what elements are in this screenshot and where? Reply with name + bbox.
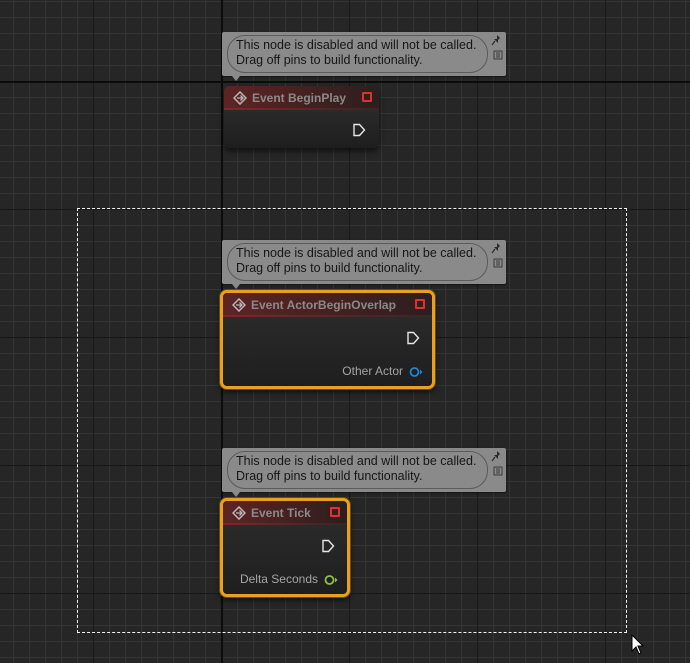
object-pin-icon[interactable] [409,365,423,377]
node-title: Event Tick [251,506,311,520]
comment-tail [232,284,240,289]
comment-bubble-actorbeginoverlap[interactable]: This node is disabled and will not be ca… [222,240,506,289]
node-header: Event ActorBeginOverlap [223,293,432,317]
event-icon [231,297,247,313]
comment-line-1: This node is disabled and will not be ca… [236,246,477,260]
event-icon [232,90,248,106]
exec-pin-icon[interactable] [352,123,366,137]
delegate-icon[interactable] [415,299,425,309]
graph-origin-horizontal-axis [0,81,690,83]
pin-icon[interactable] [491,34,503,46]
comment-tail [232,492,240,497]
node-header: Event BeginPlay [224,86,379,110]
pin-row-delta-seconds[interactable]: Delta Seconds [240,571,338,587]
mouse-cursor-icon [631,633,645,656]
node-title: Event ActorBeginOverlap [251,298,396,312]
delegate-icon[interactable] [330,507,340,517]
expand-icon[interactable] [493,50,503,60]
comment-text: This node is disabled and will not be ca… [227,451,488,489]
node-header: Event Tick [223,501,347,525]
comment-text: This node is disabled and will not be ca… [227,243,488,281]
exec-pin-icon[interactable] [321,539,335,553]
comment-line-2: Drag off pins to build functionality. [236,53,423,67]
comment-text: This node is disabled and will not be ca… [227,35,488,73]
comment-line-1: This node is disabled and will not be ca… [236,454,477,468]
pin-label: Delta Seconds [239,572,318,586]
pin-row-other-actor[interactable]: Other Actor [342,363,423,379]
node-event-tick[interactable]: Event Tick Delta Seconds [220,498,350,597]
comment-tail [232,76,240,81]
pin-icon[interactable] [491,242,503,254]
node-title: Event BeginPlay [252,91,347,105]
comment-bubble-tick[interactable]: This node is disabled and will not be ca… [222,448,506,497]
comment-line-1: This node is disabled and will not be ca… [236,38,477,52]
pin-icon[interactable] [491,450,503,462]
event-icon [231,505,247,521]
expand-icon[interactable] [493,258,503,268]
node-event-actorbeginoverlap[interactable]: Event ActorBeginOverlap Other Actor [220,290,435,389]
delegate-icon[interactable] [362,92,372,102]
expand-icon[interactable] [493,466,503,476]
node-event-beginplay[interactable]: Event BeginPlay [224,86,379,148]
comment-bubble-beginplay[interactable]: This node is disabled and will not be ca… [222,32,506,81]
exec-pin-icon[interactable] [406,331,420,345]
pin-label: Other Actor [342,364,403,378]
comment-line-2: Drag off pins to build functionality. [236,469,423,483]
float-pin-icon[interactable] [324,573,338,585]
comment-line-2: Drag off pins to build functionality. [236,261,423,275]
